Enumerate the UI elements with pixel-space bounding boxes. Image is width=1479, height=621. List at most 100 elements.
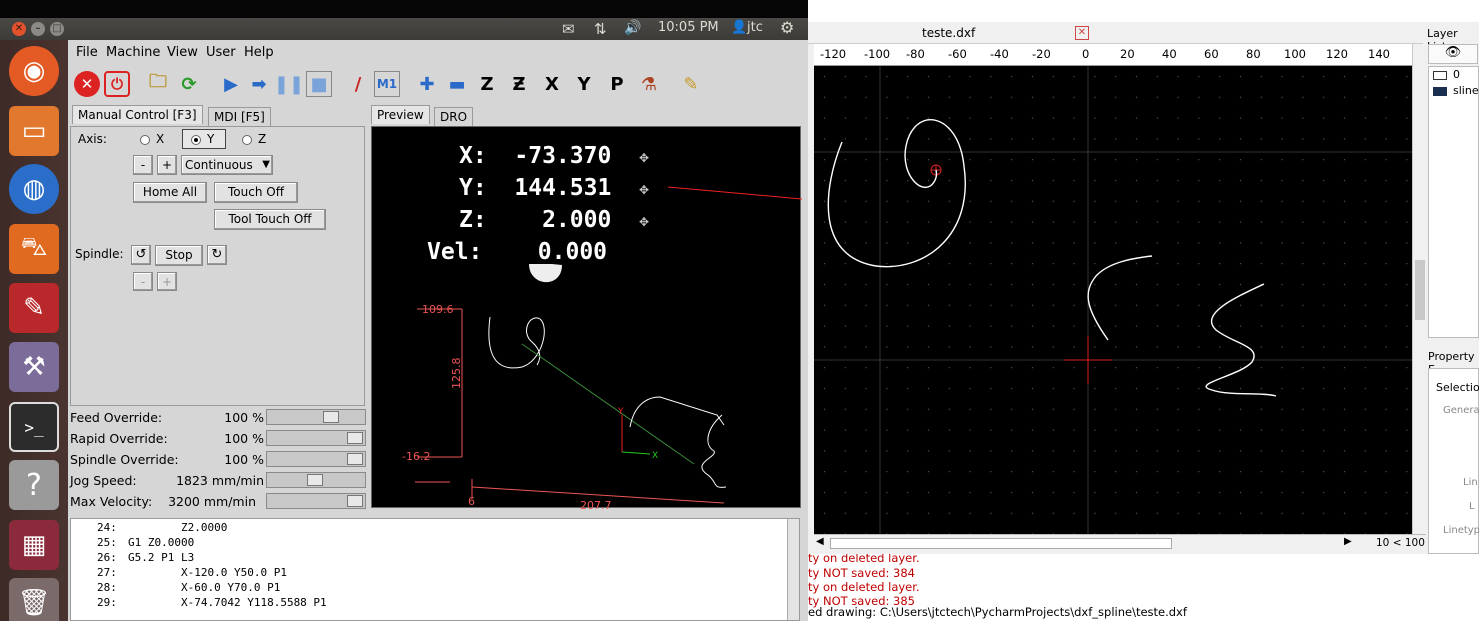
view-z-icon[interactable]: Z [474, 71, 500, 97]
gcode-line-26[interactable]: G5.2 P1 L3 [128, 551, 194, 564]
network-icon[interactable]: ⇅ [594, 20, 607, 38]
layer-list[interactable]: 0 sline [1428, 66, 1479, 338]
pause-icon[interactable]: ❚❚ [274, 71, 304, 97]
slider-knob[interactable] [307, 474, 323, 486]
jog-mode-value: Continuous [185, 158, 253, 172]
slider-knob[interactable] [347, 495, 363, 507]
reload-icon[interactable]: ⟳ [176, 71, 202, 97]
gcode-scrollbar[interactable] [787, 519, 799, 620]
view-p-icon[interactable]: P [604, 71, 630, 97]
close-tab-icon[interactable]: ✕ [1075, 26, 1089, 40]
canvas-vertical-scrollbar[interactable] [1412, 44, 1426, 534]
terminal-icon[interactable]: >_ [9, 402, 59, 452]
gcode-line-28[interactable]: X-60.0 Y70.0 P1 [128, 581, 280, 594]
scroll-thumb[interactable] [1415, 260, 1425, 320]
layer-item-sline[interactable]: sline [1453, 84, 1479, 97]
gcode-listing[interactable]: 24: Z2.0000 25: G1 Z0.0000 26: G5.2 P1 L… [70, 518, 800, 621]
optional-stop-icon[interactable]: M1 [374, 71, 400, 97]
spindle-stop-button[interactable]: Stop [155, 245, 203, 266]
rotate-view-icon[interactable]: ⚗ [636, 71, 662, 97]
mail-icon[interactable]: ✉ [562, 20, 575, 38]
workspace-switcher-icon[interactable]: ▦ [9, 520, 59, 570]
visibility-eye-icon[interactable]: 👁 [1428, 44, 1478, 64]
run-icon[interactable]: ▶ [218, 71, 244, 97]
clear-plot-icon[interactable]: ✎ [678, 71, 704, 97]
volume-icon[interactable]: 🔊 [624, 20, 641, 36]
close-window-icon[interactable]: ✕ [12, 22, 26, 36]
jog-speed-label: Jog Speed: [70, 473, 137, 488]
block-delete-icon[interactable]: / [345, 71, 371, 97]
axis-z-radio[interactable] [242, 135, 252, 145]
spindle-minus-button[interactable]: - [133, 272, 153, 291]
message-line: ty NOT saved: 384 [808, 566, 916, 580]
gcode-line-29[interactable]: X-74.7042 Y118.5588 P1 [128, 596, 327, 609]
step-icon[interactable]: ➡ [246, 71, 272, 97]
gcode-line-27[interactable]: X-120.0 Y50.0 P1 [128, 566, 287, 579]
jog-plus-button[interactable]: + [157, 155, 177, 175]
preview-canvas[interactable]: X: -73.370 Y: 144.531 Z: 2.000 Vel: 0.00… [371, 126, 802, 509]
menu-help[interactable]: Help [244, 45, 274, 60]
zoom-in-icon[interactable]: ✚ [414, 71, 440, 97]
canvas-horizontal-scrollbar[interactable]: ◀ ▶ 10 < 100 [814, 534, 1426, 552]
ubuntu-logo-icon[interactable]: ◉ [9, 46, 59, 96]
scroll-thumb[interactable] [830, 538, 1172, 549]
system-settings-icon[interactable]: ✎ [9, 283, 59, 333]
view-z2-icon[interactable]: Ƶ [506, 71, 532, 97]
menu-user[interactable]: User [206, 45, 236, 60]
tab-preview[interactable]: Preview [371, 105, 430, 124]
spindle-plus-button[interactable]: + [157, 272, 177, 291]
axis-y-selected-frame[interactable] [182, 129, 226, 149]
trash-icon[interactable]: 🗑 [9, 578, 59, 621]
axis-x-radio[interactable] [140, 135, 150, 145]
user-icon[interactable]: 👤 [731, 20, 747, 35]
tab-mdi[interactable]: MDI [F5] [208, 107, 271, 126]
slider-knob[interactable] [347, 432, 363, 444]
spindle-reverse-icon[interactable]: ↺ [131, 245, 151, 265]
scroll-left-icon[interactable]: ◀ [816, 536, 824, 547]
help-icon[interactable]: ? [9, 460, 59, 510]
home-all-button[interactable]: Home All [133, 182, 207, 203]
gcode-line-25[interactable]: G1 Z0.0000 [128, 536, 194, 549]
power-icon[interactable]: ⏻ [104, 71, 130, 97]
files-icon[interactable]: ▭ [9, 106, 59, 156]
drawing-canvas[interactable] [814, 66, 1412, 534]
maximize-window-icon[interactable]: □ [50, 22, 64, 36]
firefox-icon[interactable]: ◍ [9, 164, 59, 214]
rapid-override-slider[interactable] [266, 430, 366, 446]
touch-off-button[interactable]: Touch Off [214, 182, 298, 203]
user-name[interactable]: jtc [747, 20, 763, 35]
linuxcnc-icon[interactable]: ⚒ [9, 342, 59, 392]
slider-knob[interactable] [323, 411, 339, 423]
jog-mode-select[interactable]: Continuous ▼ [181, 155, 273, 175]
zoom-out-icon[interactable]: ▬ [444, 71, 470, 97]
estop-icon[interactable]: ✕ [74, 71, 100, 97]
gcode-line-24[interactable]: Z2.0000 [128, 521, 227, 534]
axis-y-radio[interactable] [191, 135, 201, 145]
software-center-icon[interactable]: ⛍ [9, 224, 59, 274]
feed-override-slider[interactable] [266, 409, 366, 425]
tab-manual-control[interactable]: Manual Control [F3] [72, 105, 203, 124]
slider-knob[interactable] [347, 453, 363, 465]
clock[interactable]: 10:05 PM [658, 20, 719, 35]
message-log[interactable]: ty on deleted layer. ty NOT saved: 384 t… [808, 554, 1479, 621]
stop-icon[interactable]: ■ [306, 71, 332, 97]
ruler-tick: 20 [1120, 47, 1135, 61]
tab-dro[interactable]: DRO [434, 107, 474, 126]
document-tab-title[interactable]: teste.dxf [922, 26, 975, 40]
layer-item-0[interactable]: 0 [1453, 68, 1460, 81]
menu-view[interactable]: View [167, 45, 198, 60]
max-velocity-slider[interactable] [266, 493, 366, 509]
spindle-forward-icon[interactable]: ↻ [207, 245, 227, 265]
open-file-icon[interactable]: 🗀 [145, 71, 171, 97]
jog-minus-button[interactable]: - [133, 155, 153, 175]
menu-machine[interactable]: Machine [106, 45, 160, 60]
scroll-right-icon[interactable]: ▶ [1344, 536, 1352, 547]
menu-file[interactable]: File [76, 45, 98, 60]
minimize-window-icon[interactable]: – [31, 22, 45, 36]
settings-gear-icon[interactable]: ⚙ [780, 18, 794, 37]
tool-touch-off-button[interactable]: Tool Touch Off [214, 209, 326, 230]
view-x-icon[interactable]: X [539, 71, 565, 97]
view-y-icon[interactable]: Y [571, 71, 597, 97]
spindle-override-slider[interactable] [266, 451, 366, 467]
jog-speed-slider[interactable] [266, 472, 366, 488]
